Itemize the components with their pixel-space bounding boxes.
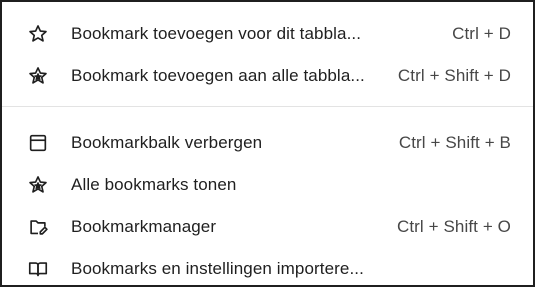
menu-item-hide-bookmark-bar[interactable]: Bookmarkbalk verbergen Ctrl + Shift + B [2,122,533,164]
menu-item-bookmark-manager[interactable]: Bookmarkmanager Ctrl + Shift + O [2,206,533,248]
menu-item-show-all-bookmarks[interactable]: Alle bookmarks tonen [2,164,533,206]
keyboard-shortcut: Ctrl + D [452,24,511,43]
keyboard-shortcut: Ctrl + Shift + B [398,133,511,152]
bookmarks-menu: Bookmark toevoegen voor dit tabbla... Ct… [0,0,535,287]
menu-item-label: Bookmark toevoegen aan alle tabbla... [71,66,365,85]
menu-item-label: Bookmarkmanager [71,217,217,236]
menu-item-add-bookmark-tab[interactable]: Bookmark toevoegen voor dit tabbla... Ct… [2,13,533,55]
folder-edit-icon [26,215,50,239]
bookmark-bar-window-icon [26,131,50,155]
menu-item-label: Bookmarks en instellingen importere... [71,259,364,278]
open-book-icon [26,257,50,281]
keyboard-shortcut: Ctrl + Shift + O [396,217,511,236]
menu-separator [2,106,533,107]
menu-item-label: Bookmarkbalk verbergen [71,133,263,152]
stars-icon [26,64,50,88]
stars-icon [26,173,50,197]
star-outline-icon [26,22,50,46]
menu-item-label: Alle bookmarks tonen [71,175,237,194]
menu-item-label: Bookmark toevoegen voor dit tabbla... [71,24,362,43]
menu-item-import-bookmarks[interactable]: Bookmarks en instellingen importere... [2,248,533,285]
menu-item-add-bookmark-all-tabs[interactable]: Bookmark toevoegen aan alle tabbla... Ct… [2,55,533,97]
keyboard-shortcut: Ctrl + Shift + D [397,66,511,85]
